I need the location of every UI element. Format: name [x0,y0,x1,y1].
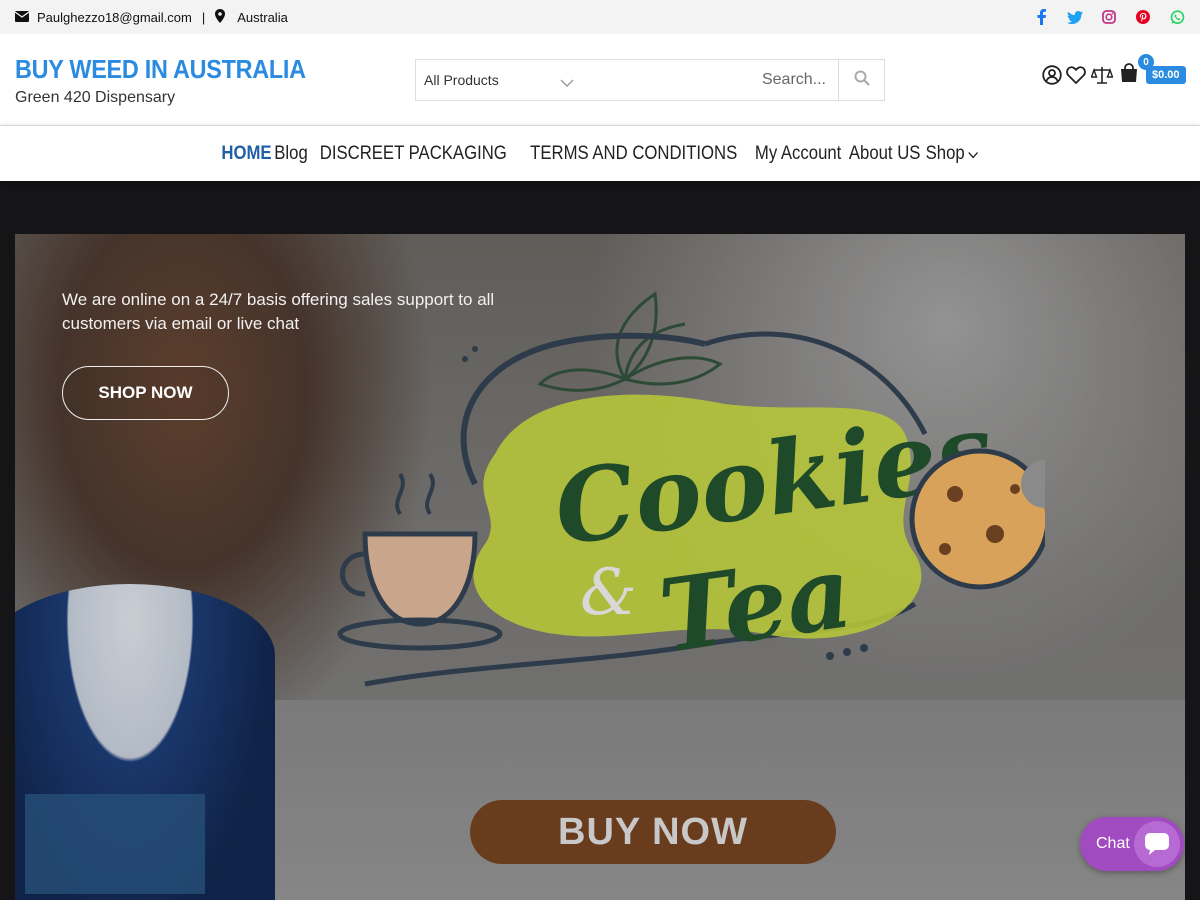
nav-blog[interactable]: Blog [274,143,307,165]
nav-terms-and-conditions[interactable]: TERMS AND CONDITIONS [530,143,737,165]
header-actions: 0 $0.00 [1042,54,1186,88]
chat-label: Chat [1096,835,1130,852]
cart-total[interactable]: $0.00 [1146,66,1186,84]
search-input[interactable] [586,60,838,100]
shop-now-button[interactable]: SHOP NOW [62,366,229,420]
cookies-and-tea-logo: Cookies & Tea [337,291,1045,687]
whatsapp-icon[interactable] [1169,9,1185,25]
search-button[interactable] [838,60,884,100]
category-select[interactable]: All Products [416,60,586,100]
site-tagline: Green 420 Dispensary [15,89,176,106]
compare-scale-icon[interactable] [1090,64,1114,86]
site-header: BUY WEED IN AUSTRALIA Green 420 Dispensa… [0,34,1200,126]
nav-about-us[interactable]: About US [849,143,921,165]
chat-bubble-icon [1134,821,1180,867]
nav-discreet-packaging[interactable]: DISCREET PACKAGING [319,143,506,165]
facebook-icon[interactable] [1033,9,1049,25]
pinterest-icon[interactable] [1135,9,1151,25]
shopping-bag-icon [1119,62,1139,88]
user-account-icon[interactable] [1042,64,1062,86]
instagram-icon[interactable] [1101,9,1117,25]
separator: | [201,9,206,25]
twitter-icon[interactable] [1067,9,1083,25]
social-links [1033,9,1185,25]
main-nav: HOME Blog DISCREET PACKAGING TERMS AND C… [0,126,1200,181]
site-title[interactable]: BUY WEED IN AUSTRALIA [15,54,306,85]
cart-count-badge: 0 [1138,54,1154,70]
wishlist-heart-icon[interactable] [1066,64,1086,86]
brand[interactable]: BUY WEED IN AUSTRALIA Green 420 Dispensa… [15,54,338,107]
buy-now-button[interactable]: BUY NOW [470,800,836,864]
map-marker-icon [215,8,226,26]
chevron-down-icon [968,143,979,165]
chevron-down-icon [560,74,574,90]
search-icon [854,70,870,91]
category-select-value: All Products [424,72,499,88]
cookie-icon [909,448,1045,590]
nav-home[interactable]: HOME [221,143,271,165]
top-bar: Paulghezzo18@gmail.com | Australia [0,0,1200,34]
contact-info: Paulghezzo18@gmail.com | Australia [14,8,288,26]
nav-shop[interactable]: Shop [926,143,979,165]
logo-text-ampersand: & [580,556,637,630]
location-text: Australia [237,9,288,25]
envelope-icon [14,10,30,25]
hero-banner[interactable]: Cookies & Tea BUY NOW We are online on a… [15,234,1185,900]
email-link[interactable]: Paulghezzo18@gmail.com [37,10,192,25]
cart-button[interactable]: 0 [1118,54,1154,88]
nav-my-account[interactable]: My Account [754,143,840,165]
nav-shop-label: Shop [925,142,965,164]
hero-message: We are online on a 24/7 basis offering s… [62,290,495,333]
chat-widget-button[interactable]: Chat [1080,817,1184,871]
search-bar: All Products [415,59,885,101]
